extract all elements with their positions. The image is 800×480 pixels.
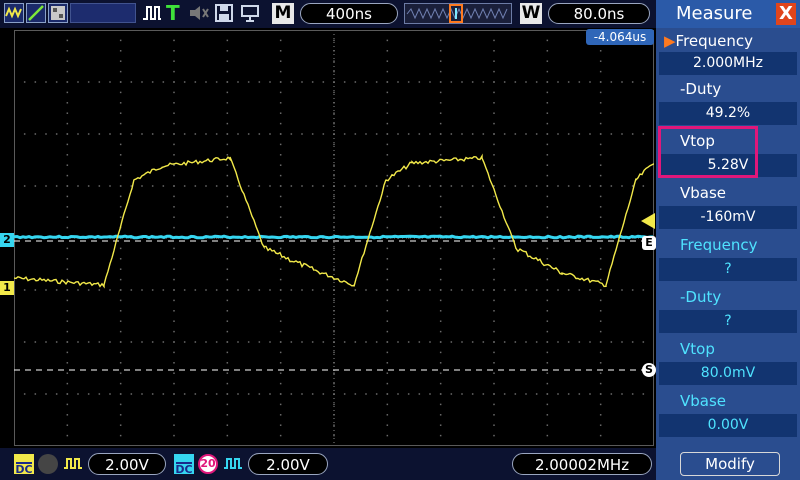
timebase-label: M [272,3,294,24]
measure-item-1-label[interactable]: ▶Frequency [656,29,800,54]
ch2-marker[interactable]: 2 [0,233,14,247]
vtop-highlight-box [658,126,758,178]
frequency-counter: 2.00002MHz [512,453,652,475]
close-button[interactable]: X [776,3,796,25]
window-value[interactable]: 80.0ns [548,3,650,24]
ch1-invert-icon [62,454,84,474]
run-status-box [70,3,136,23]
measure-item-5-label[interactable]: Frequency [656,233,800,258]
usb-icon [238,3,262,23]
ch1-marker[interactable]: 1 [0,281,14,295]
measure-item-1-value: 2.000MHz [659,52,797,75]
measure-item-4-value: -160mV [659,206,797,229]
s-marker: S [642,363,656,377]
ch2-coupling[interactable]: DC [174,454,194,476]
slope-icon[interactable] [26,3,46,23]
top-status-bar: T M 400ns W 80.0ns [0,0,656,28]
display-icon[interactable] [48,3,68,23]
play-arrow-icon: ▶ [664,32,676,50]
modify-button[interactable]: Modify [680,452,780,476]
measure-item-6-label[interactable]: -Duty [656,285,800,310]
measure-item-7-label[interactable]: Vtop [656,337,800,362]
timebase-value[interactable]: 400ns [300,3,398,24]
window-label: W [520,3,542,24]
measure-panel: Measure X ▶Frequency 2.000MHz -Duty 49.2… [656,0,800,480]
ch2-trace [14,234,654,240]
measure-item-4-label[interactable]: Vbase [656,181,800,206]
memory-depth-bar[interactable] [404,3,512,24]
ch1-scale[interactable]: 2.00V [88,453,166,475]
ch1-bw-icon [38,454,58,474]
measure-item-2-label[interactable]: -Duty [656,77,800,102]
waveform-icon[interactable] [4,3,24,23]
trigger-indicator: T [166,1,180,25]
ch2-invert-icon [222,454,244,474]
ch1-coupling[interactable]: DC [14,454,34,476]
trigger-position-badge: -4.064us [586,29,654,45]
ch2-scale[interactable]: 2.00V [248,453,328,475]
speaker-icon [188,3,210,23]
measure-item-7-value: 80.0mV [659,362,797,385]
pulse-icon [142,3,162,23]
measure-item-5-value: ? [659,258,797,281]
edge-marker: E [642,236,656,250]
trigger-level-arrow[interactable] [641,213,655,229]
waveform-screen[interactable] [14,30,654,446]
measure-item-8-label[interactable]: Vbase [656,389,800,414]
ch2-bw-limit[interactable]: 20 [198,454,218,474]
save-icon[interactable] [214,3,234,23]
measure-item-8-value: 0.00V [659,414,797,437]
measure-item-2-value: 49.2% [659,102,797,125]
bottom-status-bar: DC 2.00V DC 20 2.00V 2.00002MHz [0,448,656,480]
measure-item-6-value: ? [659,310,797,333]
